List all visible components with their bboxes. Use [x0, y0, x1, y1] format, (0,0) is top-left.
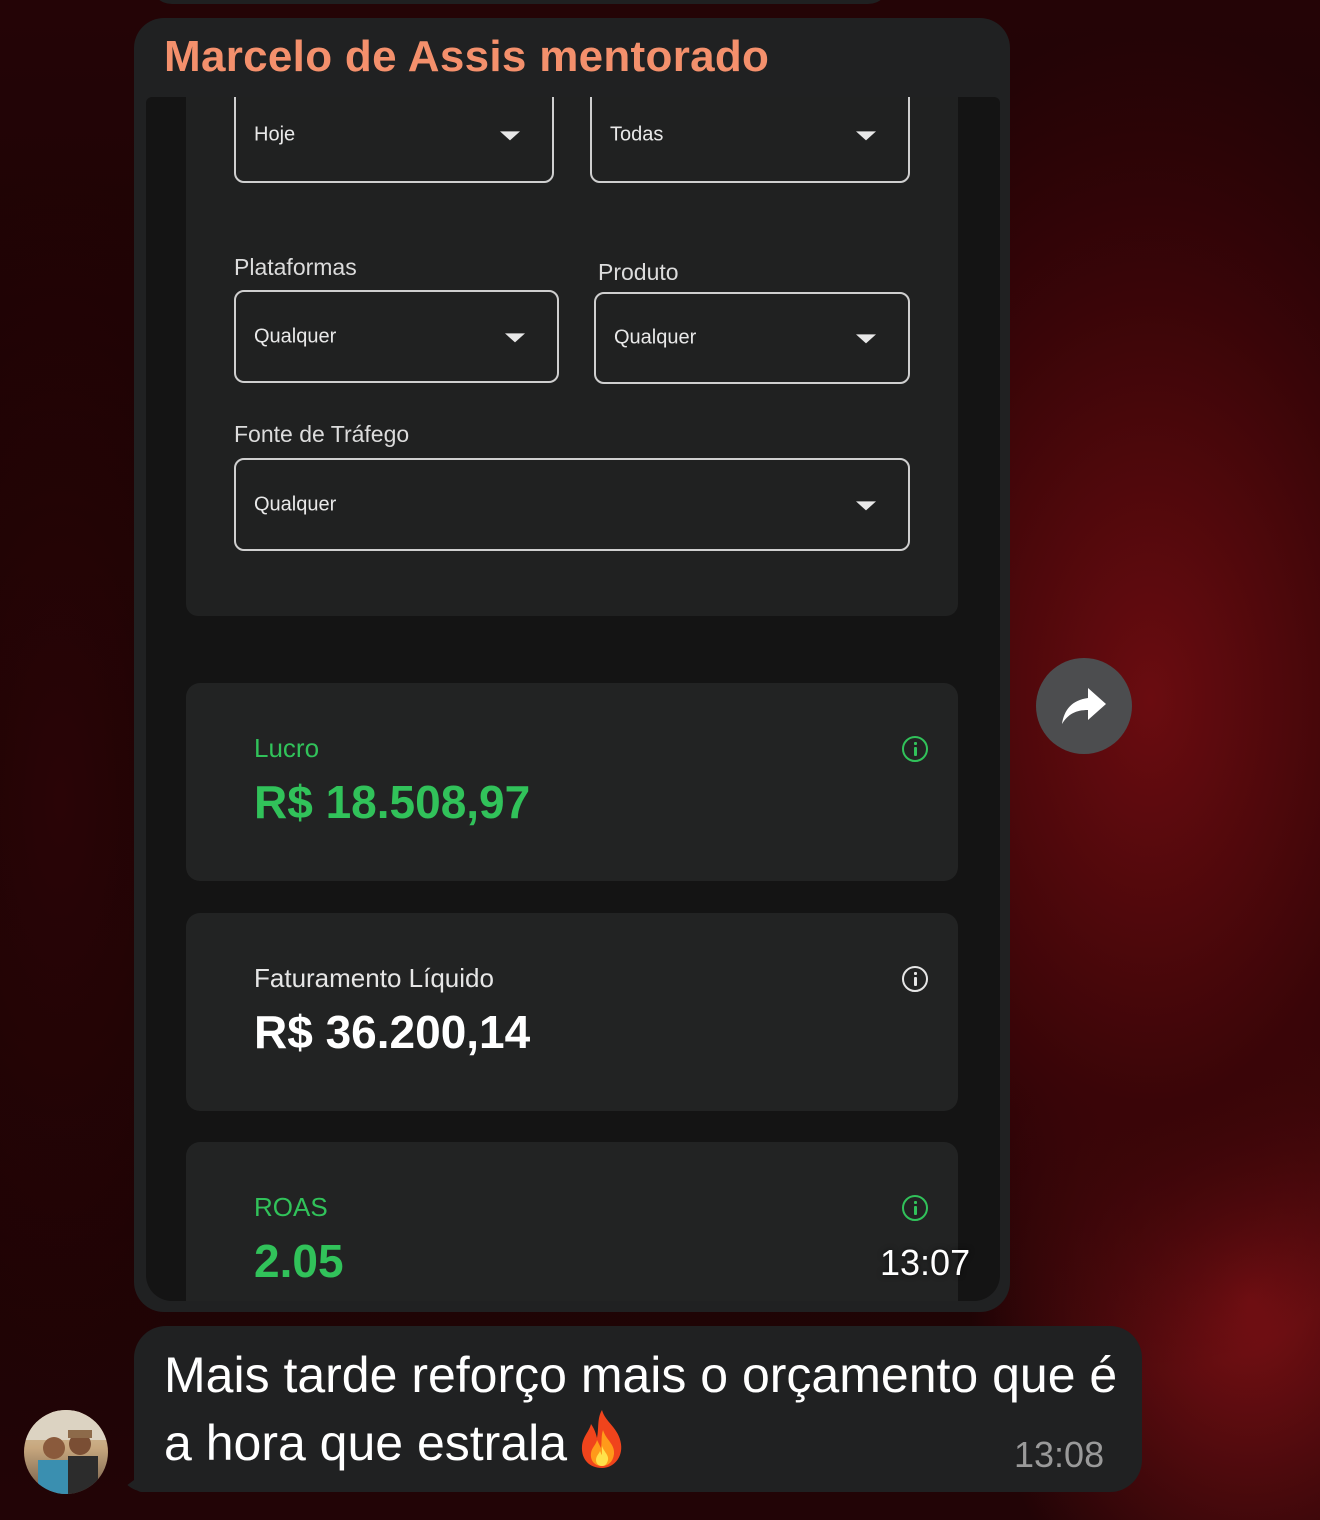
chevron-down-icon: [500, 131, 520, 141]
attached-screenshot[interactable]: Hoje Todas Plataformas Qualquer Produto …: [146, 97, 1000, 1301]
net-revenue-value: R$ 36.200,14: [254, 1006, 531, 1058]
message-time: 13:08: [1014, 1434, 1105, 1475]
profit-value: R$ 18.508,97: [254, 776, 531, 828]
period-select: Hoje: [234, 97, 554, 183]
roas-card: ROAS 2.05: [186, 1142, 958, 1301]
traffic-source-label: Fonte de Tráfego: [234, 421, 410, 447]
share-button[interactable]: [1036, 658, 1132, 754]
previous-message-bubble: [150, 0, 890, 4]
period-select-value: Hoje: [254, 123, 296, 146]
roas-value: 2.05: [254, 1235, 344, 1287]
chevron-down-icon: [856, 500, 876, 510]
info-icon: [902, 736, 928, 762]
info-icon: [902, 966, 928, 992]
product-select-value: Qualquer: [614, 326, 697, 349]
message-text-content: Mais tarde reforço mais o orçamento que …: [164, 1347, 1118, 1471]
message-time: 13:07: [880, 1242, 971, 1283]
platforms-select: Qualquer: [234, 290, 559, 383]
sender-name[interactable]: Marcelo de Assis mentorado: [164, 32, 769, 82]
product-select: Qualquer: [594, 292, 910, 384]
traffic-source-select: Qualquer: [234, 458, 910, 551]
profit-card: Lucro R$ 18.508,97: [186, 683, 958, 881]
share-arrow-icon: [1062, 688, 1106, 724]
platforms-label: Plataformas: [234, 254, 357, 280]
info-icon: [902, 1195, 928, 1221]
fire-icon: [581, 1410, 622, 1468]
accounts-select-value: Todas: [610, 123, 664, 146]
accounts-select: Todas: [590, 97, 910, 183]
platforms-select-value: Qualquer: [254, 325, 337, 347]
message-text: Mais tarde reforço mais o orçamento que …: [164, 1342, 1124, 1476]
avatar-photo: [24, 1410, 108, 1494]
chevron-down-icon: [856, 334, 876, 344]
avatar[interactable]: [24, 1410, 108, 1494]
chevron-down-icon: [856, 131, 876, 141]
profit-label: Lucro: [254, 733, 320, 763]
traffic-source-select-value: Qualquer: [254, 493, 337, 515]
roas-label: ROAS: [254, 1192, 328, 1222]
product-label: Produto: [598, 259, 679, 285]
chevron-down-icon: [505, 332, 525, 342]
net-revenue-card: Faturamento Líquido R$ 36.200,14: [186, 913, 958, 1111]
net-revenue-label: Faturamento Líquido: [254, 963, 494, 993]
